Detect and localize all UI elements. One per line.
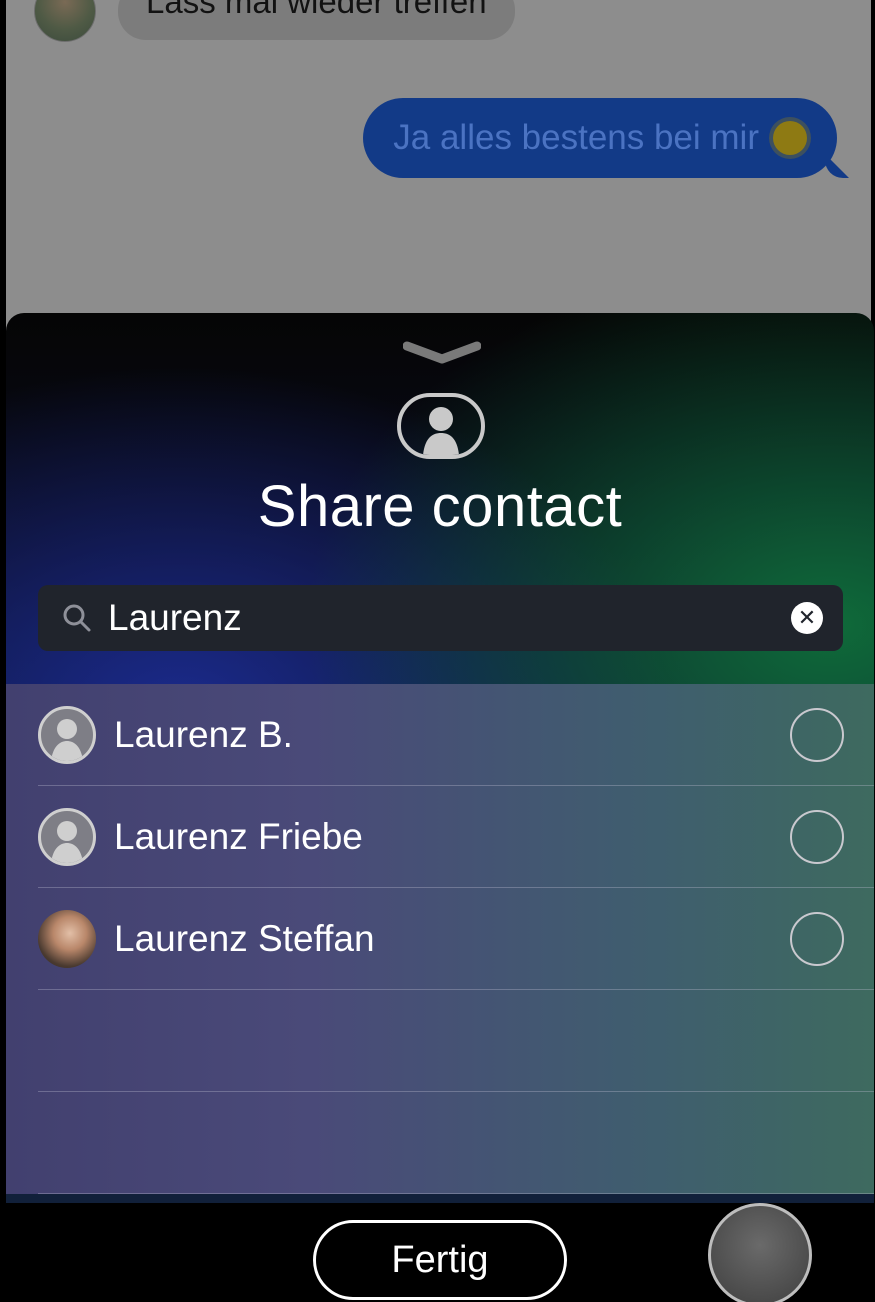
- avatar: [38, 706, 96, 764]
- empty-list-row: [6, 990, 874, 1092]
- search-bar[interactable]: ✕: [38, 585, 843, 651]
- avatar-photo: [38, 910, 96, 968]
- incoming-message-bubble[interactable]: Lass mal wieder treffen: [118, 0, 515, 40]
- outgoing-message-bubble[interactable]: Ja alles bestens bei mir: [363, 98, 837, 178]
- share-contact-sheet: Share contact ✕ Laurenz B.: [6, 313, 874, 1203]
- outgoing-message-text: Ja alles bestens bei mir: [393, 118, 759, 157]
- select-checkbox[interactable]: [790, 912, 844, 966]
- select-checkbox[interactable]: [790, 810, 844, 864]
- select-checkbox[interactable]: [790, 708, 844, 762]
- clear-search-icon[interactable]: ✕: [791, 602, 823, 634]
- bottom-bar: Fertig: [0, 1203, 875, 1302]
- round-action-button[interactable]: [708, 1203, 812, 1302]
- search-icon: [63, 604, 91, 632]
- sun-icon: [773, 121, 807, 155]
- contact-name: Laurenz Friebe: [114, 816, 363, 857]
- empty-list-row: [6, 1092, 874, 1194]
- search-input[interactable]: [108, 597, 791, 639]
- contact-name: Laurenz B.: [114, 714, 293, 755]
- divider: [38, 1193, 874, 1194]
- incoming-message-row: Lass mal wieder treffen: [34, 0, 515, 42]
- sheet-title: Share contact: [257, 474, 623, 539]
- list-item[interactable]: Laurenz Friebe: [6, 786, 874, 888]
- contact-icon: [397, 393, 485, 459]
- chat-background: Lass mal wieder treffen Ja alles bestens…: [0, 0, 875, 340]
- list-item[interactable]: Laurenz Steffan: [6, 888, 874, 990]
- contact-name: Laurenz Steffan: [114, 918, 375, 959]
- avatar: [38, 808, 96, 866]
- sender-avatar[interactable]: [34, 0, 96, 42]
- list-item[interactable]: Laurenz B.: [6, 684, 874, 786]
- chevron-down-icon[interactable]: [403, 341, 481, 365]
- contact-list: Laurenz B. Laurenz Friebe Laurenz Steffa…: [6, 684, 874, 1194]
- done-button[interactable]: Fertig: [313, 1220, 567, 1300]
